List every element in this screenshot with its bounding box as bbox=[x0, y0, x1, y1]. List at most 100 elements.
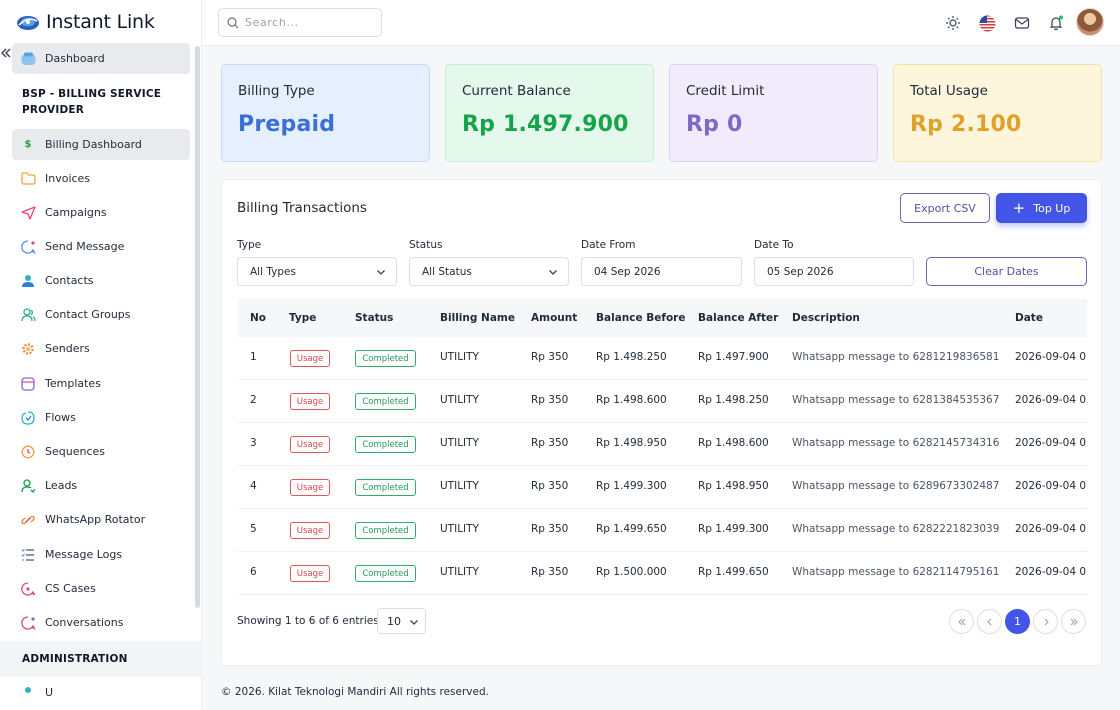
sidebar-item-partial[interactable]: U bbox=[12, 677, 190, 708]
cell-balance-after: Rp 1.499.650 bbox=[698, 566, 769, 578]
cell-amount: Rp 350 bbox=[531, 437, 569, 449]
table-row[interactable]: 1 Usage Completed UTILITY Rp 350 Rp 1.498.250… bbox=[238, 337, 1087, 380]
sidebar-item-sequences[interactable]: Sequences bbox=[12, 436, 190, 467]
sidebar-item-dashboard[interactable]: Dashboard bbox=[12, 43, 190, 74]
table-row[interactable]: 6 Usage Completed UTILITY Rp 350 Rp 1.500.000… bbox=[238, 552, 1087, 595]
sidebar-item-campaigns[interactable]: Campaigns bbox=[12, 197, 190, 228]
table-row[interactable]: 3 Usage Completed UTILITY Rp 350 Rp 1.498.950… bbox=[238, 423, 1087, 466]
search-icon bbox=[227, 16, 239, 28]
plus-icon: + bbox=[1012, 198, 1026, 217]
date-to-input[interactable]: 05 Sep 2026 bbox=[754, 257, 914, 286]
mail-icon bbox=[1014, 17, 1030, 29]
notifications-button[interactable] bbox=[1044, 11, 1068, 35]
prev-page-button[interactable] bbox=[977, 609, 1002, 634]
clock-icon bbox=[20, 444, 36, 460]
type-badge: Usage bbox=[290, 350, 330, 367]
table-row[interactable]: 4 Usage Completed UTILITY Rp 350 Rp 1.499.300… bbox=[238, 466, 1087, 509]
sidebar-item-label: WhatsApp Rotator bbox=[45, 513, 146, 526]
conversation-icon bbox=[20, 615, 36, 631]
type-select-value: All Types bbox=[250, 265, 296, 278]
type-badge: Usage bbox=[290, 436, 330, 453]
stat-card-billing-type: Billing Type Prepaid bbox=[221, 64, 430, 162]
table-row[interactable]: 2 Usage Completed UTILITY Rp 350 Rp 1.498.600… bbox=[238, 380, 1087, 423]
language-button[interactable] bbox=[975, 11, 999, 35]
export-csv-button[interactable]: Export CSV bbox=[900, 193, 990, 223]
sidebar-scrollbar[interactable] bbox=[195, 46, 200, 608]
clear-dates-button[interactable]: Clear Dates bbox=[926, 257, 1087, 286]
col-header-type[interactable]: Type bbox=[289, 312, 316, 324]
messages-button[interactable] bbox=[1010, 11, 1034, 35]
sidebar-item-billing-dashboard[interactable]: $ Billing Dashboard bbox=[12, 129, 190, 160]
case-icon bbox=[20, 581, 36, 597]
page-1-button[interactable]: 1 bbox=[1005, 609, 1030, 634]
sidebar-item-label: Contacts bbox=[45, 274, 94, 287]
col-header-no[interactable]: No bbox=[250, 312, 266, 324]
top-up-button[interactable]: + Top Up bbox=[996, 193, 1087, 223]
cell-balance-before: Rp 1.500.000 bbox=[596, 566, 667, 578]
sidebar: Instant Link Dashboard BSP - BILLING SER… bbox=[0, 0, 202, 710]
sidebar-item-label: Sequences bbox=[45, 445, 105, 458]
page-size-select[interactable]: 10 bbox=[377, 608, 426, 634]
status-select-value: All Status bbox=[422, 265, 472, 278]
sidebar-item-label: Invoices bbox=[45, 172, 91, 185]
col-header-date[interactable]: Date bbox=[1015, 312, 1043, 324]
cell-billing-name: UTILITY bbox=[440, 480, 479, 492]
status-badge: Completed bbox=[355, 522, 416, 539]
type-badge: Usage bbox=[290, 565, 330, 582]
cell-balance-before: Rp 1.499.650 bbox=[596, 523, 667, 535]
cell-billing-name: UTILITY bbox=[440, 523, 479, 535]
cell-description: Whatsapp message to 6282221823039 bbox=[792, 523, 1000, 535]
cell-balance-before: Rp 1.498.600 bbox=[596, 394, 667, 406]
sidebar-item-templates[interactable]: Templates bbox=[12, 368, 190, 399]
sidebar-item-whatsapp-rotator[interactable]: WhatsApp Rotator bbox=[12, 504, 190, 535]
stat-card-total-usage: Total Usage Rp 2.100 bbox=[893, 64, 1102, 162]
panel-title: Billing Transactions bbox=[237, 200, 367, 216]
cell-billing-name: UTILITY bbox=[440, 351, 479, 363]
table-row[interactable]: 5 Usage Completed UTILITY Rp 350 Rp 1.499.650… bbox=[238, 509, 1087, 552]
sidebar-item-message-logs[interactable]: Message Logs bbox=[12, 539, 190, 570]
sidebar-item-contacts[interactable]: Contacts bbox=[12, 265, 190, 296]
theme-toggle-button[interactable] bbox=[941, 11, 965, 35]
col-header-balance-after[interactable]: Balance After bbox=[698, 312, 778, 324]
transactions-table: No Type Status Billing Name Amount Balan… bbox=[238, 299, 1087, 595]
avatar[interactable] bbox=[1076, 8, 1104, 36]
sidebar-item-send-message[interactable]: Send Message bbox=[12, 231, 190, 262]
col-header-billing-name[interactable]: Billing Name bbox=[440, 312, 515, 324]
search-box[interactable] bbox=[218, 8, 382, 37]
status-select[interactable]: All Status bbox=[409, 257, 569, 286]
last-page-button[interactable] bbox=[1061, 609, 1086, 634]
footer-copyright: © 2026. Kilat Teknologi Mandiri All righ… bbox=[221, 686, 489, 698]
sidebar-item-invoices[interactable]: Invoices bbox=[12, 163, 190, 194]
sidebar-item-label: Campaigns bbox=[45, 206, 107, 219]
sidebar-item-flows[interactable]: Flows bbox=[12, 402, 190, 433]
sidebar-item-conversations[interactable]: Conversations bbox=[12, 607, 190, 638]
cell-balance-after: Rp 1.498.950 bbox=[698, 480, 769, 492]
col-header-description[interactable]: Description bbox=[792, 312, 860, 324]
type-select[interactable]: All Types bbox=[237, 257, 397, 286]
search-input[interactable] bbox=[245, 16, 375, 29]
cell-description: Whatsapp message to 6281219836581 bbox=[792, 351, 1000, 363]
stat-value: Rp 0 bbox=[686, 112, 743, 137]
sidebar-item-contact-groups[interactable]: Contact Groups bbox=[12, 299, 190, 330]
brand[interactable]: Instant Link bbox=[0, 0, 201, 44]
sidebar-item-label: CS Cases bbox=[45, 582, 96, 595]
col-header-amount[interactable]: Amount bbox=[531, 312, 577, 324]
sidebar-item-leads[interactable]: Leads bbox=[12, 470, 190, 501]
col-header-balance-before[interactable]: Balance Before bbox=[596, 312, 685, 324]
date-from-input[interactable]: 04 Sep 2026 bbox=[581, 257, 742, 286]
list-icon bbox=[20, 547, 36, 563]
sidebar-item-senders[interactable]: Senders bbox=[12, 333, 190, 364]
cell-no: 3 bbox=[250, 437, 257, 449]
us-flag-icon bbox=[979, 15, 995, 31]
user-icon bbox=[20, 273, 36, 289]
stat-value: Rp 2.100 bbox=[910, 112, 1022, 137]
dollar-icon: $ bbox=[24, 139, 32, 150]
cell-balance-before: Rp 1.498.950 bbox=[596, 437, 667, 449]
next-page-button[interactable] bbox=[1033, 609, 1058, 634]
cell-no: 5 bbox=[250, 523, 257, 535]
first-page-button[interactable] bbox=[949, 609, 974, 634]
sidebar-item-cs-cases[interactable]: CS Cases bbox=[12, 573, 190, 604]
date-to-label: Date To bbox=[754, 239, 794, 251]
col-header-status[interactable]: Status bbox=[355, 312, 393, 324]
stat-card-credit-limit: Credit Limit Rp 0 bbox=[669, 64, 878, 162]
